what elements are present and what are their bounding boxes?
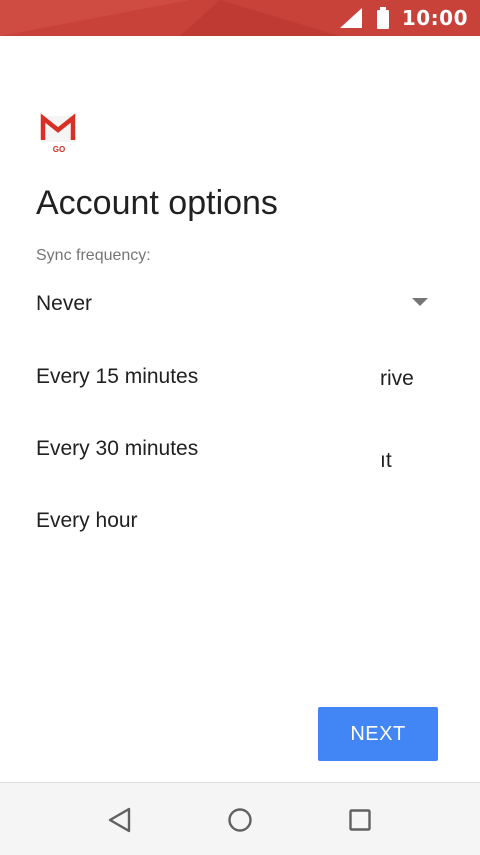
recents-icon[interactable] xyxy=(345,805,375,835)
sync-frequency-dropdown-list: Never Every 15 minutes Every 30 minutes … xyxy=(0,270,380,570)
status-time: 10:00 xyxy=(401,6,468,30)
status-icons: 10:00 xyxy=(338,0,468,36)
signal-icon xyxy=(339,8,362,28)
dropdown-option-every-hour[interactable]: Every hour xyxy=(36,509,138,533)
home-icon[interactable] xyxy=(225,805,255,835)
back-icon[interactable] xyxy=(105,805,135,835)
sync-frequency-label: Sync frequency: xyxy=(36,247,151,264)
dropdown-option-never[interactable]: Never xyxy=(36,292,92,316)
status-bar-facet xyxy=(0,0,190,36)
background-option-text: rive xyxy=(380,367,414,390)
logo-text: GO xyxy=(53,145,65,154)
status-bar-facet xyxy=(180,0,340,36)
background-option-text: ıt xyxy=(380,449,392,472)
status-bar: 10:00 xyxy=(0,0,480,36)
page-title: Account options xyxy=(36,184,278,222)
next-button[interactable]: NEXT xyxy=(318,707,438,761)
dropdown-option-15-minutes[interactable]: Every 15 minutes xyxy=(36,365,198,389)
navigation-bar xyxy=(0,782,480,855)
dropdown-option-30-minutes[interactable]: Every 30 minutes xyxy=(36,437,198,461)
gmail-go-logo-icon: GO xyxy=(40,113,76,154)
battery-icon xyxy=(376,7,389,29)
chevron-down-icon[interactable] xyxy=(412,298,428,306)
